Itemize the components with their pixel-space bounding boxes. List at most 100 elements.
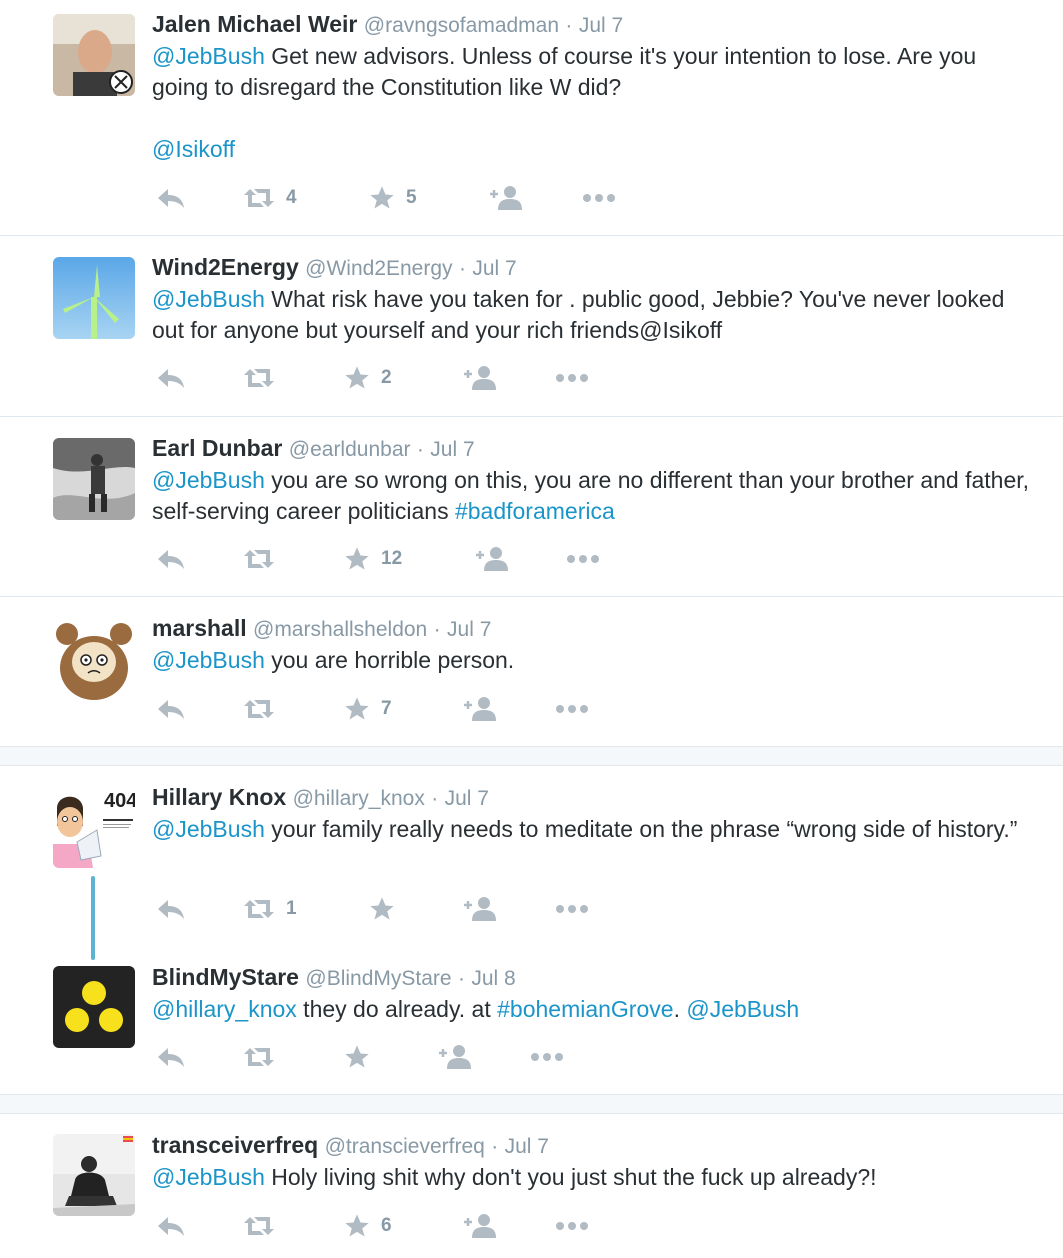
favorite-icon xyxy=(345,1214,369,1237)
user-handle[interactable]: @earldunbar xyxy=(289,438,411,461)
more-icon xyxy=(556,705,588,713)
tweet-date[interactable]: Jul 7 xyxy=(447,618,491,641)
follow-button[interactable] xyxy=(488,183,524,213)
favorite-button[interactable]: 7 xyxy=(343,694,392,724)
more-icon xyxy=(531,1053,563,1061)
more-button[interactable] xyxy=(555,894,589,924)
more-button[interactable] xyxy=(566,544,600,574)
more-button[interactable] xyxy=(530,1042,564,1072)
reply-button[interactable] xyxy=(156,544,186,574)
hashtag-link[interactable]: #bohemianGrove xyxy=(497,996,673,1022)
separator-dot: · xyxy=(491,1135,499,1158)
favorite-icon xyxy=(345,547,369,570)
tweet-date[interactable]: Jul 8 xyxy=(471,967,515,990)
reply-icon xyxy=(158,369,184,388)
mention-link[interactable]: @JebBush xyxy=(152,816,265,842)
user-handle[interactable]: @Wind2Energy xyxy=(305,257,452,280)
tweet-body: Get new advisors. Unless of course it's … xyxy=(152,43,977,100)
favorite-button[interactable]: 12 xyxy=(343,544,402,574)
tweet-date[interactable]: Jul 7 xyxy=(445,787,489,810)
tweet-date[interactable]: Jul 7 xyxy=(579,14,623,37)
user-name[interactable]: Wind2Energy xyxy=(152,254,299,280)
user-name[interactable]: BlindMyStare xyxy=(152,964,299,990)
avatar[interactable] xyxy=(53,618,135,700)
hashtag-link[interactable]: #badforamerica xyxy=(455,498,615,524)
mention-link[interactable]: @JebBush xyxy=(152,647,265,673)
follow-icon xyxy=(490,186,522,210)
reply-button[interactable] xyxy=(156,363,186,393)
avatar[interactable] xyxy=(53,438,135,520)
avatar[interactable]: 404 xyxy=(53,786,135,868)
avatar[interactable] xyxy=(53,257,135,339)
retweet-button[interactable] xyxy=(242,694,286,724)
mention-link[interactable]: @JebBush xyxy=(152,467,265,493)
separator-dot: · xyxy=(431,787,439,810)
avatar[interactable] xyxy=(53,14,135,96)
reply-icon xyxy=(158,550,184,569)
tweet-text: @JebBush your family really needs to med… xyxy=(152,814,1032,845)
user-handle[interactable]: @ravngsofamadman xyxy=(364,14,559,37)
mention-link[interactable]: @JebBush xyxy=(152,43,265,69)
user-name[interactable]: Hillary Knox xyxy=(152,784,286,810)
mention-link[interactable]: @JebBush xyxy=(686,996,799,1022)
user-handle[interactable]: @hillary_knox xyxy=(293,787,425,810)
mention-link[interactable]: @hillary_knox xyxy=(152,996,297,1022)
tweet-date[interactable]: Jul 7 xyxy=(472,257,516,280)
retweet-icon xyxy=(244,700,274,718)
reply-button[interactable] xyxy=(156,183,186,213)
avatar[interactable] xyxy=(53,966,135,1048)
more-button[interactable] xyxy=(555,1211,589,1241)
mention-link[interactable]: @JebBush xyxy=(152,286,265,312)
more-button[interactable] xyxy=(555,694,589,724)
more-icon xyxy=(583,194,615,202)
tweet-date[interactable]: Jul 7 xyxy=(505,1135,549,1158)
more-icon xyxy=(567,555,599,563)
follow-button[interactable] xyxy=(462,363,498,393)
tweet-body: you are horrible person. xyxy=(264,647,515,673)
user-handle[interactable]: @transcieverfreq xyxy=(325,1135,485,1158)
mention-link[interactable]: @Isikoff xyxy=(152,136,235,162)
follow-button[interactable] xyxy=(474,544,510,574)
follow-button[interactable] xyxy=(462,1211,498,1241)
retweet-button[interactable]: 1 xyxy=(242,894,297,924)
favorite-button[interactable] xyxy=(368,894,406,924)
reply-button[interactable] xyxy=(156,694,186,724)
reply-button[interactable] xyxy=(156,1042,186,1072)
retweet-button[interactable] xyxy=(242,544,286,574)
reply-button[interactable] xyxy=(156,1211,186,1241)
tweet-date[interactable]: Jul 7 xyxy=(430,438,474,461)
user-name[interactable]: marshall xyxy=(152,615,247,641)
separator-dot: · xyxy=(457,967,465,990)
retweet-button[interactable] xyxy=(242,1042,286,1072)
more-button[interactable] xyxy=(582,183,616,213)
user-handle[interactable]: @BlindMyStare xyxy=(305,967,451,990)
tweet-body: your family really needs to meditate on … xyxy=(264,816,1018,842)
favorite-icon xyxy=(370,186,394,209)
avatar[interactable] xyxy=(53,1134,135,1216)
follow-icon xyxy=(464,1214,496,1238)
more-icon xyxy=(556,1222,588,1230)
user-name[interactable]: Jalen Michael Weir xyxy=(152,11,357,37)
user-handle[interactable]: @marshallsheldon xyxy=(253,618,427,641)
favorite-button[interactable]: 2 xyxy=(343,363,392,393)
follow-button[interactable] xyxy=(462,894,498,924)
reply-button[interactable] xyxy=(156,894,186,924)
retweet-icon xyxy=(244,550,274,568)
retweet-icon xyxy=(244,1048,274,1066)
more-button[interactable] xyxy=(555,363,589,393)
favorite-button[interactable]: 5 xyxy=(368,183,417,213)
retweet-button[interactable] xyxy=(242,1211,286,1241)
favorite-button[interactable]: 6 xyxy=(343,1211,392,1241)
user-name[interactable]: Earl Dunbar xyxy=(152,435,282,461)
mention-link[interactable]: @JebBush xyxy=(152,1164,265,1190)
separator-dot: · xyxy=(565,14,573,37)
follow-button[interactable] xyxy=(462,694,498,724)
favorite-button[interactable] xyxy=(343,1042,381,1072)
follow-button[interactable] xyxy=(437,1042,473,1072)
follow-icon xyxy=(464,897,496,921)
retweet-button[interactable] xyxy=(242,363,286,393)
retweet-icon xyxy=(244,1217,274,1235)
user-name[interactable]: transceiverfreq xyxy=(152,1132,318,1158)
retweet-button[interactable]: 4 xyxy=(242,183,297,213)
favorite-count: 12 xyxy=(381,548,403,569)
